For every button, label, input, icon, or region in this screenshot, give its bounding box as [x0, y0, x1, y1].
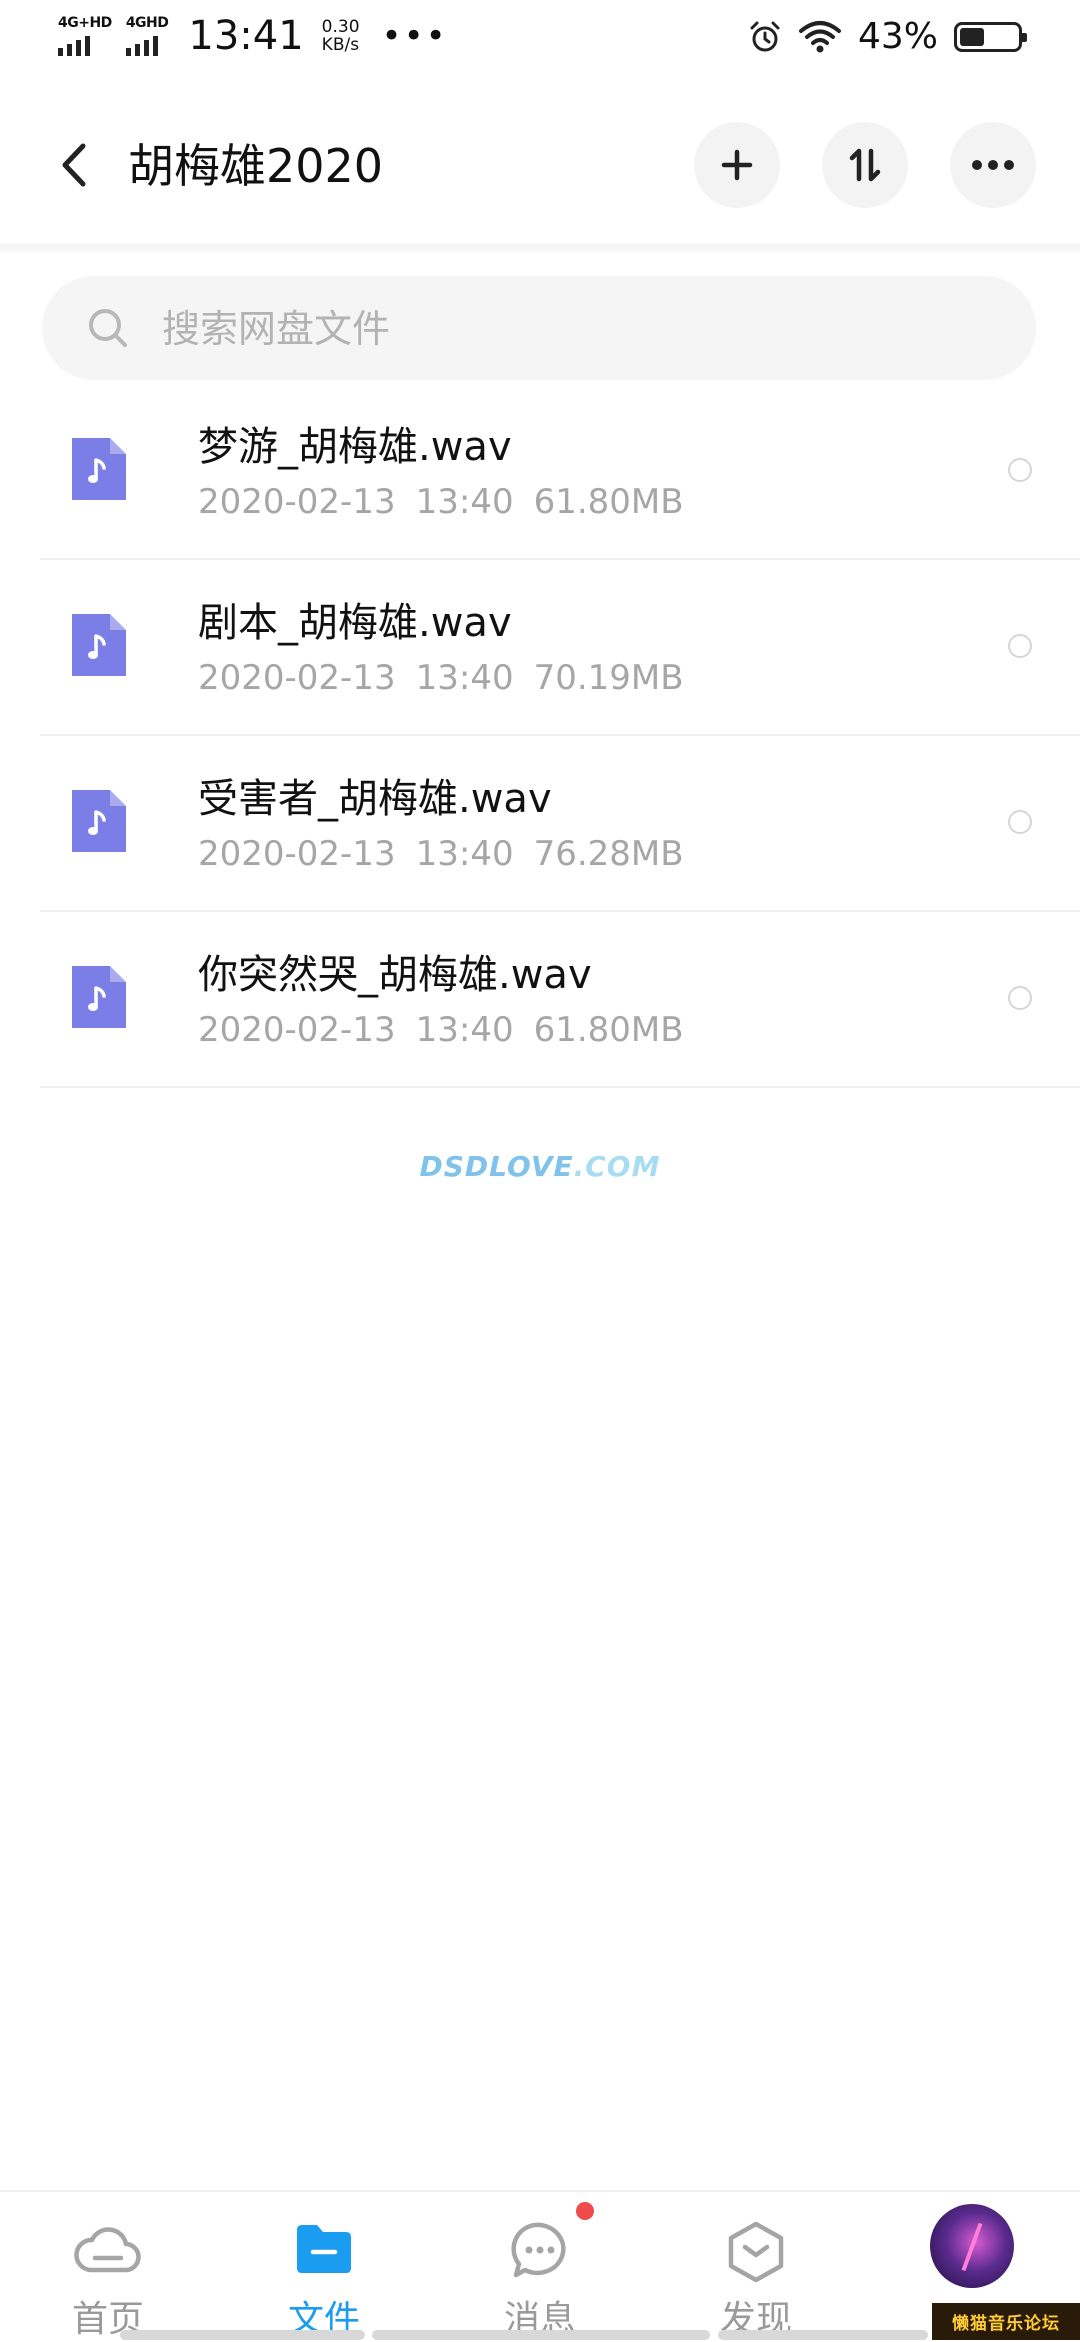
gesture-bar [718, 2330, 928, 2340]
nav-discover[interactable]: 发现 [648, 2192, 864, 2342]
file-row[interactable]: 受害者_胡梅雄.wav 2020-02-13 13:40 76.28MB [0, 736, 1080, 912]
search-bar[interactable] [42, 276, 1036, 380]
file-name: 剧本_胡梅雄.wav [198, 600, 512, 646]
file-date: 2020-02-13 [198, 658, 396, 698]
file-row[interactable]: 剧本_胡梅雄.wav 2020-02-13 13:40 70.19MB [0, 560, 1080, 736]
file-name: 受害者_胡梅雄.wav [198, 776, 552, 822]
gesture-bar [120, 2330, 365, 2340]
more-icon [972, 160, 1014, 170]
page-title: 胡梅雄2020 [128, 139, 384, 193]
row-divider [40, 1086, 1080, 1088]
network-speed: 0.30 KB/s [322, 18, 360, 54]
file-date: 2020-02-13 [198, 482, 396, 522]
status-time: 13:41 [188, 13, 304, 59]
nav-home[interactable]: 首页 [0, 2192, 216, 2342]
file-time: 13:40 [415, 482, 514, 522]
signal-bars-icon [125, 36, 158, 56]
back-button[interactable] [44, 130, 104, 200]
watermark-right: .COM [573, 1150, 661, 1183]
audio-file-icon [72, 966, 126, 1028]
speed-unit: KB/s [321, 35, 360, 55]
back-icon [62, 143, 86, 187]
file-time: 13:40 [415, 1010, 514, 1050]
cloud-icon [74, 2227, 141, 2273]
signal-sim1: 4G+HD [58, 16, 112, 56]
file-meta: 2020-02-13 13:40 61.80MB [198, 1008, 684, 1052]
select-checkbox[interactable] [1008, 986, 1032, 1010]
file-date: 2020-02-13 [198, 1010, 396, 1050]
chat-icon [511, 2222, 566, 2278]
file-size: 76.28MB [533, 834, 684, 874]
top-header: 胡梅雄2020 [0, 100, 1080, 230]
notification-more-icon: ••• [381, 16, 448, 56]
speed-value: 0.30 [321, 17, 360, 37]
nav-messages[interactable]: 消息 [432, 2192, 648, 2342]
signal-sim2: 4GHD [125, 15, 169, 56]
bottom-nav: 首页 文件 消息 发现 [0, 2190, 1080, 2342]
search-input[interactable] [160, 296, 984, 362]
sort-icon [849, 148, 881, 182]
file-row[interactable]: 你突然哭_胡梅雄.wav 2020-02-13 13:40 61.80MB [0, 912, 1080, 1088]
gesture-bar [372, 2330, 710, 2340]
folder-icon [297, 2225, 351, 2273]
status-bar: 4G+HD 4GHD 13:41 0.30 KB/s ••• 43% [0, 0, 1080, 84]
forum-stamp: 懒猫音乐论坛 [932, 2303, 1080, 2340]
file-list: 梦游_胡梅雄.wav 2020-02-13 13:40 61.80MB 剧本_胡梅雄.w… [0, 384, 1080, 1088]
audio-file-icon [72, 790, 126, 852]
message-badge [576, 2202, 594, 2220]
sim1-label: 4G+HD [58, 15, 112, 31]
file-name: 梦游_胡梅雄.wav [198, 424, 512, 470]
watermark: DSDLOVE.COM [0, 1150, 1080, 1183]
header-divider [0, 244, 1080, 252]
plus-icon [721, 149, 753, 181]
file-size: 61.80MB [533, 1010, 684, 1050]
file-meta: 2020-02-13 13:40 76.28MB [198, 832, 684, 876]
battery-percent: 43% [857, 16, 938, 57]
avatar[interactable] [930, 2204, 1014, 2288]
file-name: 你突然哭_胡梅雄.wav [198, 952, 592, 998]
battery-level [960, 27, 984, 46]
signal-bars-icon [58, 36, 90, 56]
file-row[interactable]: 梦游_胡梅雄.wav 2020-02-13 13:40 61.80MB [0, 384, 1080, 560]
add-button[interactable] [694, 122, 780, 208]
nav-files[interactable]: 文件 [216, 2192, 432, 2342]
select-checkbox[interactable] [1008, 634, 1032, 658]
file-time: 13:40 [415, 658, 514, 698]
file-meta: 2020-02-13 13:40 70.19MB [198, 656, 684, 700]
file-date: 2020-02-13 [198, 834, 396, 874]
wifi-icon [798, 20, 841, 52]
sort-button[interactable] [822, 122, 908, 208]
file-meta: 2020-02-13 13:40 61.80MB [198, 480, 684, 524]
file-size: 61.80MB [533, 482, 684, 522]
file-size: 70.19MB [533, 658, 684, 698]
audio-file-icon [72, 614, 126, 676]
select-checkbox[interactable] [1008, 458, 1032, 482]
audio-file-icon [72, 438, 126, 500]
search-icon [89, 309, 127, 347]
more-button[interactable] [950, 122, 1036, 208]
sim2-label: 4GHD [125, 15, 169, 31]
file-time: 13:40 [415, 834, 514, 874]
select-checkbox[interactable] [1008, 810, 1032, 834]
alarm-icon [750, 21, 780, 51]
watermark-left: DSDLOVE [419, 1150, 574, 1183]
discover-icon [728, 2221, 784, 2283]
battery-icon [954, 21, 1027, 52]
